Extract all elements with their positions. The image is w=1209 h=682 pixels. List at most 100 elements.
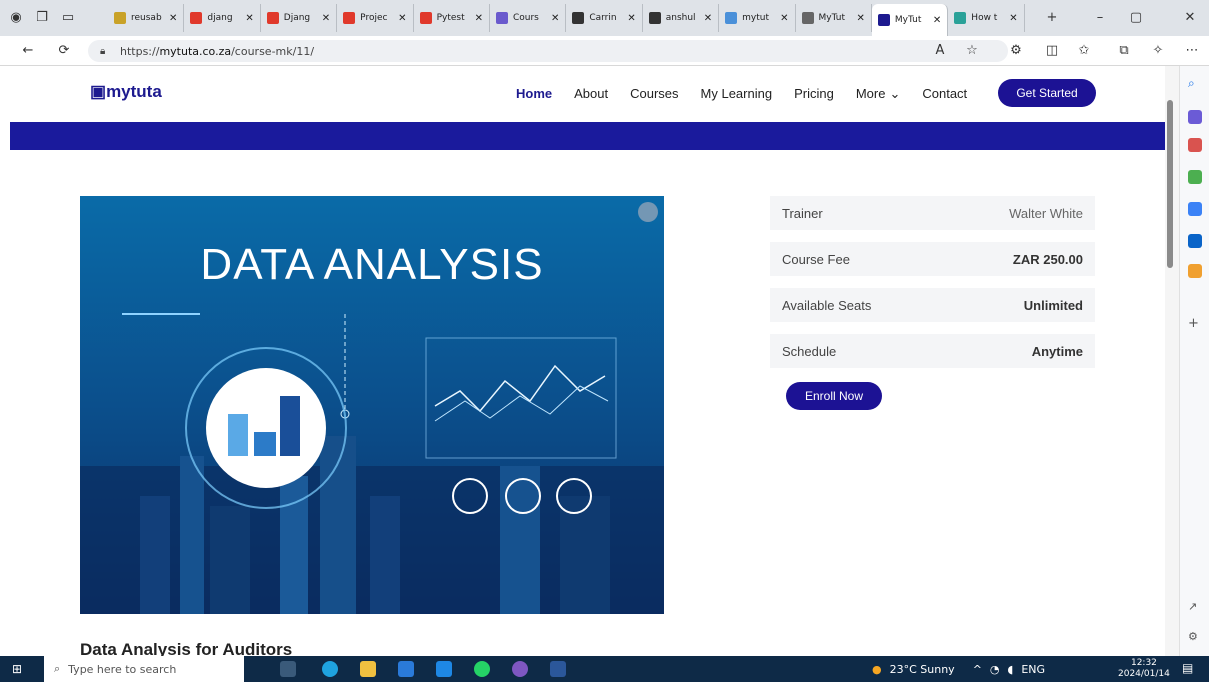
split-screen-icon[interactable]: ◫ <box>1040 36 1064 66</box>
tab-close-icon[interactable]: ✕ <box>398 13 406 24</box>
tab-favicon-icon <box>343 12 356 24</box>
refresh-icon[interactable]: ⟳ <box>52 36 76 66</box>
tab-close-icon[interactable]: ✕ <box>551 13 559 24</box>
browser-tab[interactable]: Carrin ✕ <box>566 4 643 32</box>
read-aloud-icon[interactable]: A <box>928 36 952 66</box>
nav-item-contact[interactable]: Contact <box>922 86 967 102</box>
nav-item-home[interactable]: Home <box>516 86 552 102</box>
browser-tab[interactable]: Djang ✕ <box>261 4 338 32</box>
taskbar-clock[interactable]: 12:32 2024/01/14 <box>1118 658 1170 680</box>
back-icon[interactable]: ← <box>16 36 40 66</box>
whatsapp-icon[interactable] <box>474 661 490 677</box>
tab-close-icon[interactable]: ✕ <box>475 13 483 24</box>
tab-close-icon[interactable]: ✕ <box>780 13 788 24</box>
network-icon[interactable]: ◔ <box>990 663 1000 676</box>
tab-close-icon[interactable]: ✕ <box>245 13 253 24</box>
nav-item-my-learning[interactable]: My Learning <box>701 86 773 102</box>
volume-icon[interactable]: ◖ <box>1008 663 1014 676</box>
tab-close-icon[interactable]: ✕ <box>857 13 865 24</box>
drop-icon[interactable] <box>1188 264 1202 278</box>
add-sidebar-icon[interactable]: + <box>1188 316 1202 331</box>
nav-item-courses[interactable]: Courses <box>630 86 678 102</box>
browser-tab[interactable]: reusab ✕ <box>108 4 185 32</box>
copilot-icon[interactable]: ✧ <box>1146 36 1170 66</box>
tab-close-icon[interactable]: ✕ <box>933 15 941 26</box>
browser-tab[interactable]: mytut ✕ <box>719 4 796 32</box>
weather-text[interactable]: 23°C Sunny <box>890 663 955 676</box>
workspaces-icon[interactable]: ❐ <box>30 3 54 33</box>
games-icon[interactable] <box>1188 170 1202 184</box>
weather-icon: ● <box>872 662 882 676</box>
detail-row: Course Fee ZAR 250.00 <box>770 242 1095 276</box>
tab-title: mytut <box>742 13 769 23</box>
get-started-button[interactable]: Get Started <box>998 79 1096 107</box>
clock-date: 2024/01/14 <box>1118 669 1170 679</box>
tab-close-icon[interactable]: ✕ <box>1009 13 1017 24</box>
tab-title: Pytest <box>436 13 465 23</box>
book-icon: ▣ <box>90 82 107 101</box>
url-domain: mytuta.co.za <box>159 44 232 58</box>
windows-start-icon[interactable]: ⊞ <box>12 662 22 676</box>
copilot-taskbar-icon[interactable] <box>512 661 528 677</box>
edge-taskbar-icon[interactable] <box>322 661 338 677</box>
tab-favicon-icon <box>801 12 814 24</box>
nav-item-more[interactable]: More <box>856 86 886 102</box>
task-view-icon[interactable] <box>280 661 296 677</box>
shopping-icon[interactable] <box>1188 138 1202 152</box>
system-tray: ● 23°C Sunny ^ ◔ ◖ ENG <box>872 656 1045 682</box>
collections-icon[interactable]: ⧉ <box>1112 36 1136 66</box>
favorite-star-icon[interactable]: ☆ <box>960 36 984 66</box>
enroll-now-button[interactable]: Enroll Now <box>786 382 882 410</box>
browser-tab[interactable]: Pytest ✕ <box>414 4 490 32</box>
browser-tab[interactable]: MyTut ✕ <box>871 4 949 36</box>
browser-tab[interactable]: anshul ✕ <box>643 4 720 32</box>
url-field[interactable]: 🔒︎ https://mytuta.co.za/course-mk/11/ <box>88 40 1008 62</box>
browser-tab[interactable]: Cours ✕ <box>490 4 567 32</box>
browser-tab[interactable]: djang ✕ <box>184 4 261 32</box>
minimize-icon[interactable]: – <box>1088 3 1112 33</box>
new-tab-icon[interactable]: + <box>1040 3 1064 33</box>
tab-actions-icon[interactable]: ▭ <box>56 3 80 33</box>
tab-close-icon[interactable]: ✕ <box>704 13 712 24</box>
tab-close-icon[interactable]: ✕ <box>169 13 177 24</box>
extensions-icon[interactable]: ⚙ <box>1004 36 1028 66</box>
lock-icon: 🔒︎ <box>100 45 106 57</box>
tab-favicon-icon <box>648 12 661 24</box>
mail-icon[interactable] <box>436 661 452 677</box>
favorites-icon[interactable]: ✩ <box>1072 36 1096 66</box>
scrollbar-thumb[interactable] <box>1167 100 1173 268</box>
detail-value: Anytime <box>1031 343 1083 359</box>
close-window-icon[interactable]: ✕ <box>1178 3 1202 33</box>
hero-illustration <box>80 202 664 614</box>
more-menu-icon[interactable]: ⋯ <box>1180 36 1204 66</box>
detail-row: Schedule Anytime <box>770 334 1095 368</box>
browser-profile-icon[interactable]: ◉ <box>4 3 28 33</box>
notifications-icon[interactable]: ▤ <box>1182 661 1193 675</box>
tools-icon[interactable] <box>1188 202 1202 216</box>
store-icon[interactable] <box>398 661 414 677</box>
search-icon[interactable]: ⌕ <box>1188 76 1202 90</box>
file-explorer-icon[interactable] <box>360 661 376 677</box>
open-external-icon[interactable]: ↗ <box>1188 600 1202 614</box>
browser-tab[interactable]: How t ✕ <box>948 4 1025 32</box>
site-logo[interactable]: ▣mytuta <box>90 82 162 102</box>
taskbar-search-input[interactable]: ⌕ Type here to search <box>44 656 244 682</box>
sidebar-settings-icon[interactable]: ⚙ <box>1188 630 1202 644</box>
tab-title: Cours <box>512 13 539 23</box>
tray-chevron-icon[interactable]: ^ <box>973 663 982 676</box>
tab-favicon-icon <box>954 12 967 24</box>
nav-item-about[interactable]: About <box>574 86 608 102</box>
word-icon[interactable] <box>550 661 566 677</box>
copilot-sidebar-icon[interactable] <box>1188 110 1202 124</box>
nav-item-pricing[interactable]: Pricing <box>794 86 834 102</box>
browser-tab[interactable]: Projec ✕ <box>337 4 414 32</box>
clock-time: 12:32 <box>1130 658 1157 668</box>
outlook-icon[interactable] <box>1188 234 1202 248</box>
language-indicator[interactable]: ENG <box>1021 663 1045 676</box>
restore-icon[interactable]: ▢ <box>1124 3 1148 33</box>
browser-tab[interactable]: MyTut ✕ <box>796 4 872 32</box>
detail-row: Trainer Walter White <box>770 196 1095 230</box>
tab-strip: reusab ✕ djang ✕ Djang ✕ Projec ✕ Pytest ✕ Cours ✕ C… <box>108 0 1025 36</box>
tab-close-icon[interactable]: ✕ <box>627 13 635 24</box>
tab-close-icon[interactable]: ✕ <box>322 13 330 24</box>
